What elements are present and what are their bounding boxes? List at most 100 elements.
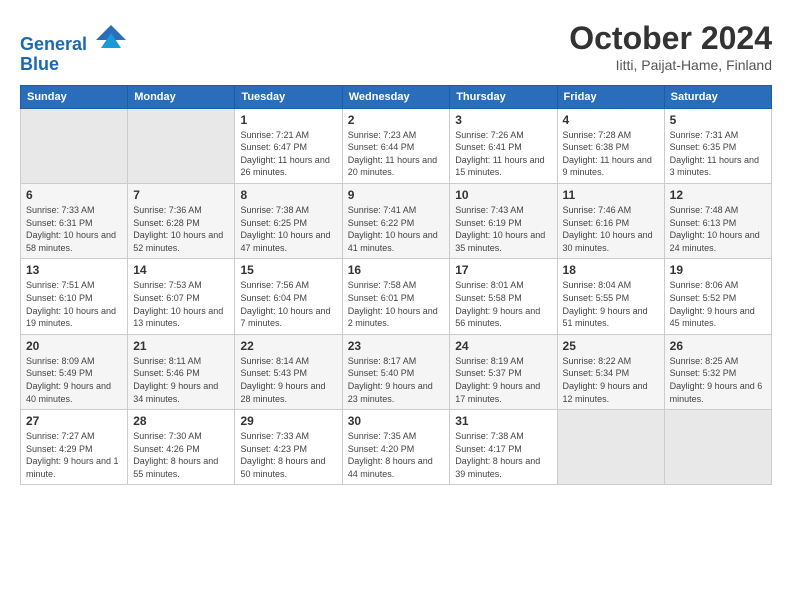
day-number: 14 [133,263,229,277]
day-detail: Sunrise: 7:43 AM Sunset: 6:19 PM Dayligh… [455,204,551,254]
day-number: 17 [455,263,551,277]
calendar-cell: 13 Sunrise: 7:51 AM Sunset: 6:10 PM Dayli… [21,259,128,334]
day-detail: Sunrise: 8:22 AM Sunset: 5:34 PM Dayligh… [563,355,659,405]
calendar-body: 1 Sunrise: 7:21 AM Sunset: 6:47 PM Daylig… [21,108,772,485]
calendar-table: Sunday Monday Tuesday Wednesday Thursday… [20,85,772,486]
calendar-cell: 18 Sunrise: 8:04 AM Sunset: 5:55 PM Dayli… [557,259,664,334]
day-number: 18 [563,263,659,277]
day-number: 19 [670,263,766,277]
col-monday: Monday [128,85,235,108]
day-number: 5 [670,113,766,127]
day-detail: Sunrise: 7:36 AM Sunset: 6:28 PM Dayligh… [133,204,229,254]
logo-general: General [20,34,87,54]
calendar-cell: 30 Sunrise: 7:35 AM Sunset: 4:20 PM Dayli… [342,410,450,485]
logo-icon [96,20,126,50]
logo: General Blue [20,20,126,75]
calendar-cell: 1 Sunrise: 7:21 AM Sunset: 6:47 PM Daylig… [235,108,342,183]
day-number: 6 [26,188,122,202]
week-row-2: 6Sunrise: 7:33 AM Sunset: 6:31 PM Daylig… [21,183,772,258]
calendar-cell [21,108,128,183]
day-number: 4 [563,113,659,127]
day-number: 30 [348,414,445,428]
day-number: 3 [455,113,551,127]
day-detail: Sunrise: 7:27 AM Sunset: 4:29 PM Dayligh… [26,430,122,480]
calendar-cell: 10 Sunrise: 7:43 AM Sunset: 6:19 PM Dayli… [450,183,557,258]
day-detail: Sunrise: 7:28 AM Sunset: 6:38 PM Dayligh… [563,129,659,179]
day-detail: Sunrise: 8:01 AM Sunset: 5:58 PM Dayligh… [455,279,551,329]
day-number: 15 [240,263,336,277]
col-sunday: Sunday [21,85,128,108]
calendar-cell: 9Sunrise: 7:41 AM Sunset: 6:22 PM Daylig… [342,183,450,258]
calendar-cell [128,108,235,183]
col-wednesday: Wednesday [342,85,450,108]
calendar-cell: 24Sunrise: 8:19 AM Sunset: 5:37 PM Dayli… [450,334,557,409]
col-saturday: Saturday [664,85,771,108]
calendar-cell: 15 Sunrise: 7:56 AM Sunset: 6:04 PM Dayli… [235,259,342,334]
day-number: 29 [240,414,336,428]
day-detail: Sunrise: 7:56 AM Sunset: 6:04 PM Dayligh… [240,279,336,329]
day-number: 26 [670,339,766,353]
week-row-5: 27 Sunrise: 7:27 AM Sunset: 4:29 PM Dayli… [21,410,772,485]
calendar-cell: 20 Sunrise: 8:09 AM Sunset: 5:49 PM Dayli… [21,334,128,409]
logo-blue: Blue [20,54,59,74]
calendar-cell: 28 Sunrise: 7:30 AM Sunset: 4:26 PM Dayli… [128,410,235,485]
day-detail: Sunrise: 8:14 AM Sunset: 5:43 PM Dayligh… [240,355,336,405]
day-detail: Sunrise: 8:11 AM Sunset: 5:46 PM Dayligh… [133,355,229,405]
day-detail: Sunrise: 7:33 AM Sunset: 4:23 PM Dayligh… [240,430,336,480]
calendar-cell: 27 Sunrise: 7:27 AM Sunset: 4:29 PM Dayli… [21,410,128,485]
calendar-cell: 3 Sunrise: 7:26 AM Sunset: 6:41 PM Daylig… [450,108,557,183]
day-detail: Sunrise: 7:38 AM Sunset: 6:25 PM Dayligh… [240,204,336,254]
day-number: 13 [26,263,122,277]
calendar-cell: 23Sunrise: 8:17 AM Sunset: 5:40 PM Dayli… [342,334,450,409]
calendar-cell: 29 Sunrise: 7:33 AM Sunset: 4:23 PM Dayli… [235,410,342,485]
title-block: October 2024 Iitti, Paijat-Hame, Finland [569,20,772,73]
calendar-cell: 22Sunrise: 8:14 AM Sunset: 5:43 PM Dayli… [235,334,342,409]
calendar-cell [557,410,664,485]
calendar-cell: 8Sunrise: 7:38 AM Sunset: 6:25 PM Daylig… [235,183,342,258]
col-friday: Friday [557,85,664,108]
day-number: 2 [348,113,445,127]
calendar-header: Sunday Monday Tuesday Wednesday Thursday… [21,85,772,108]
calendar-cell: 14Sunrise: 7:53 AM Sunset: 6:07 PM Dayli… [128,259,235,334]
day-detail: Sunrise: 7:21 AM Sunset: 6:47 PM Dayligh… [240,129,336,179]
day-number: 21 [133,339,229,353]
calendar-cell: 12Sunrise: 7:48 AM Sunset: 6:13 PM Dayli… [664,183,771,258]
day-number: 28 [133,414,229,428]
day-number: 31 [455,414,551,428]
day-number: 25 [563,339,659,353]
day-number: 7 [133,188,229,202]
calendar-cell: 25 Sunrise: 8:22 AM Sunset: 5:34 PM Dayli… [557,334,664,409]
day-detail: Sunrise: 7:38 AM Sunset: 4:17 PM Dayligh… [455,430,551,480]
day-number: 1 [240,113,336,127]
day-detail: Sunrise: 7:35 AM Sunset: 4:20 PM Dayligh… [348,430,445,480]
calendar-cell: 2 Sunrise: 7:23 AM Sunset: 6:44 PM Daylig… [342,108,450,183]
day-detail: Sunrise: 7:30 AM Sunset: 4:26 PM Dayligh… [133,430,229,480]
col-tuesday: Tuesday [235,85,342,108]
day-detail: Sunrise: 8:19 AM Sunset: 5:37 PM Dayligh… [455,355,551,405]
calendar-cell [664,410,771,485]
day-number: 16 [348,263,445,277]
day-detail: Sunrise: 8:06 AM Sunset: 5:52 PM Dayligh… [670,279,766,329]
day-detail: Sunrise: 7:51 AM Sunset: 6:10 PM Dayligh… [26,279,122,329]
page-header: General Blue October 2024 Iitti, Paijat-… [20,20,772,75]
calendar-cell: 4 Sunrise: 7:28 AM Sunset: 6:38 PM Daylig… [557,108,664,183]
calendar-cell: 21 Sunrise: 8:11 AM Sunset: 5:46 PM Dayli… [128,334,235,409]
location: Iitti, Paijat-Hame, Finland [569,57,772,73]
day-detail: Sunrise: 7:46 AM Sunset: 6:16 PM Dayligh… [563,204,659,254]
day-detail: Sunrise: 8:09 AM Sunset: 5:49 PM Dayligh… [26,355,122,405]
day-number: 11 [563,188,659,202]
day-detail: Sunrise: 8:25 AM Sunset: 5:32 PM Dayligh… [670,355,766,405]
week-row-3: 13 Sunrise: 7:51 AM Sunset: 6:10 PM Dayli… [21,259,772,334]
calendar-cell: 6Sunrise: 7:33 AM Sunset: 6:31 PM Daylig… [21,183,128,258]
day-number: 20 [26,339,122,353]
day-number: 27 [26,414,122,428]
day-detail: Sunrise: 7:31 AM Sunset: 6:35 PM Dayligh… [670,129,766,179]
day-detail: Sunrise: 7:26 AM Sunset: 6:41 PM Dayligh… [455,129,551,179]
day-number: 9 [348,188,445,202]
day-number: 10 [455,188,551,202]
day-detail: Sunrise: 7:23 AM Sunset: 6:44 PM Dayligh… [348,129,445,179]
col-thursday: Thursday [450,85,557,108]
calendar-cell: 16 Sunrise: 7:58 AM Sunset: 6:01 PM Dayli… [342,259,450,334]
day-detail: Sunrise: 8:04 AM Sunset: 5:55 PM Dayligh… [563,279,659,329]
day-detail: Sunrise: 7:58 AM Sunset: 6:01 PM Dayligh… [348,279,445,329]
